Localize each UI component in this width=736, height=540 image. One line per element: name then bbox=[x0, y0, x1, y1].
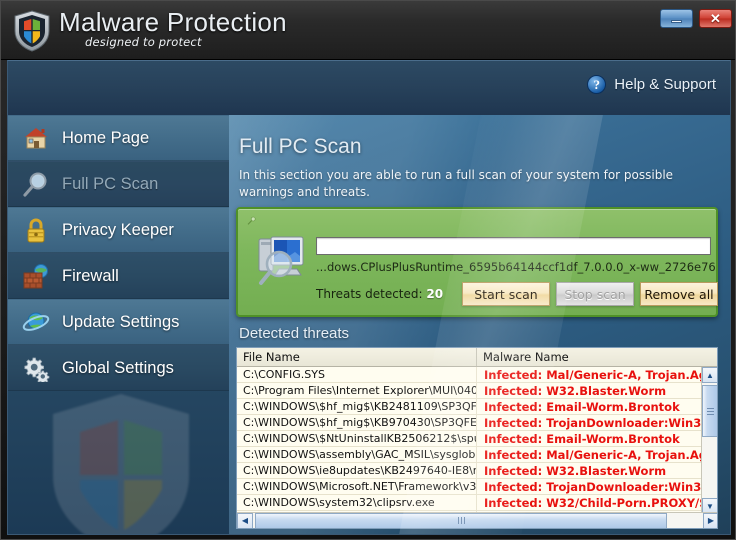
shield-icon bbox=[14, 10, 50, 52]
sidebar-item-label: Global Settings bbox=[62, 358, 174, 377]
scan-panel: ...dows.CPlusPlusRuntime_6595b64144ccf1d… bbox=[236, 207, 718, 317]
table-row[interactable]: C:\WINDOWS\Microsoft.NET\Framework\v3...… bbox=[237, 479, 717, 495]
cell-file-name: C:\WINDOWS\$hf_mig$\KB2481109\SP3QFE\... bbox=[237, 399, 477, 414]
cell-malware-name: Infected: W32.Blaster.Worm bbox=[484, 463, 667, 478]
table-row[interactable]: C:\Program Files\Internet Explorer\MUI\0… bbox=[237, 383, 717, 399]
sidebar-navigation: Home Page Full PC Scan Privacy Keeper Fi… bbox=[7, 115, 229, 535]
help-bar: ? Help & Support bbox=[7, 60, 731, 115]
minimize-button[interactable] bbox=[660, 9, 693, 28]
cell-malware-name: Infected: TrojanDownloader:Win32/Br. bbox=[484, 479, 717, 494]
scan-current-path: ...dows.CPlusPlusRuntime_6595b64144ccf1d… bbox=[316, 260, 716, 274]
sidebar-item-firewall[interactable]: Firewall bbox=[8, 253, 229, 299]
house-icon bbox=[22, 124, 50, 152]
cell-file-name: C:\CONFIG.SYS bbox=[237, 367, 477, 382]
sidebar-item-label: Update Settings bbox=[62, 312, 180, 331]
brand-tagline: designed to protect bbox=[85, 35, 202, 49]
stop-scan-button: Stop scan bbox=[556, 282, 634, 306]
cell-malware-name: Infected: TrojanDownloader:Win32/Br. bbox=[484, 415, 717, 430]
detected-threats-heading: Detected threats bbox=[239, 325, 350, 342]
start-scan-button[interactable]: Start scan bbox=[462, 282, 550, 306]
brick-wall-globe-icon bbox=[22, 262, 50, 290]
help-and-support-button[interactable]: ? Help & Support bbox=[587, 75, 716, 94]
vertical-scrollbar[interactable]: ▲ ▼ bbox=[701, 367, 717, 514]
shield-watermark-icon bbox=[53, 394, 189, 534]
cell-malware-name: Infected: Email-Worm.Brontok bbox=[484, 399, 680, 414]
remove-all-button[interactable]: Remove all bbox=[640, 282, 718, 306]
cell-malware-name: Infected: Mal/Generic-A, Trojan.Agent bbox=[484, 447, 717, 462]
sidebar-item-label: Firewall bbox=[62, 266, 119, 285]
threats-detected-count: 20 bbox=[426, 287, 444, 301]
minimize-icon bbox=[671, 20, 682, 23]
table-row[interactable]: C:\WINDOWS\ie8updates\KB2497640-IE8\ms..… bbox=[237, 463, 717, 479]
sidebar-item-label: Privacy Keeper bbox=[62, 220, 174, 239]
table-body: C:\CONFIG.SYS Infected: Mal/Generic-A, Tr… bbox=[237, 367, 717, 515]
cell-malware-name: Infected: Mal/Generic-A, Trojan.Agent bbox=[484, 367, 717, 382]
threats-detected-label: Threats detected: bbox=[316, 287, 423, 301]
cell-file-name: C:\WINDOWS\ie8updates\KB2497640-IE8\ms..… bbox=[237, 463, 477, 478]
sidebar-item-label: Home Page bbox=[62, 128, 150, 147]
table-row[interactable]: C:\WINDOWS\$hf_mig$\KB970430\SP3QFE\s...… bbox=[237, 415, 717, 431]
title-bar: Malware Protection designed to protect ✕ bbox=[1, 1, 735, 60]
table-row[interactable]: C:\CONFIG.SYS Infected: Mal/Generic-A, Tr… bbox=[237, 367, 717, 383]
application-window: Malware Protection designed to protect ✕… bbox=[0, 0, 736, 540]
table-row[interactable]: C:\WINDOWS\$NtUninstallKB2506212$\spuni.… bbox=[237, 431, 717, 447]
threats-detected-line: Threats detected: 20 bbox=[316, 287, 443, 301]
globe-orbit-icon bbox=[22, 308, 50, 336]
scan-progress-bar bbox=[316, 237, 711, 255]
sidebar-item-privacy-keeper[interactable]: Privacy Keeper bbox=[8, 207, 229, 253]
sidebar-item-global-settings[interactable]: Global Settings bbox=[8, 345, 229, 391]
gears-icon bbox=[22, 354, 50, 382]
horizontal-scrollbar-thumb[interactable] bbox=[255, 512, 667, 528]
scroll-up-arrow-icon[interactable]: ▲ bbox=[702, 367, 717, 383]
horizontal-scrollbar[interactable]: ◀ ▶ bbox=[237, 512, 717, 528]
cell-file-name: C:\WINDOWS\Microsoft.NET\Framework\v3...… bbox=[237, 479, 477, 494]
magnifier-icon bbox=[22, 170, 50, 198]
cell-file-name: C:\WINDOWS\system32\clipsrv.exe bbox=[237, 495, 477, 510]
table-row[interactable]: C:\WINDOWS\system32\clipsrv.exe Infected:… bbox=[237, 495, 717, 511]
close-icon: ✕ bbox=[710, 11, 721, 26]
horizontal-scrollbar-track[interactable] bbox=[253, 512, 703, 528]
cell-file-name: C:\Program Files\Internet Explorer\MUI\0… bbox=[237, 383, 477, 398]
scan-indicator-icon bbox=[247, 216, 256, 225]
cell-file-name: C:\WINDOWS\assembly\GAC_MSIL\sysglobl\..… bbox=[237, 447, 477, 462]
vertical-scrollbar-thumb[interactable] bbox=[702, 385, 717, 437]
page-title: Full PC Scan bbox=[239, 135, 362, 158]
column-header-file-name[interactable]: File Name bbox=[237, 348, 477, 366]
cell-malware-name: Infected: Email-Worm.Brontok bbox=[484, 431, 680, 446]
sidebar-item-full-pc-scan[interactable]: Full PC Scan bbox=[8, 161, 229, 207]
page-description: In this section you are able to run a fu… bbox=[239, 168, 674, 199]
scroll-left-arrow-icon[interactable]: ◀ bbox=[237, 512, 253, 528]
close-button[interactable]: ✕ bbox=[699, 9, 732, 28]
scrollbar-grip-icon bbox=[706, 407, 714, 415]
table-header-row: File Name Malware Name bbox=[237, 348, 717, 367]
computer-magnifier-icon bbox=[258, 236, 304, 285]
padlock-icon bbox=[22, 216, 50, 244]
main-content: Full PC Scan In this section you are abl… bbox=[229, 115, 731, 535]
scrollbar-grip-icon bbox=[457, 517, 465, 524]
cell-file-name: C:\WINDOWS\$hf_mig$\KB970430\SP3QFE\s... bbox=[237, 415, 477, 430]
table-row[interactable]: C:\WINDOWS\$hf_mig$\KB2481109\SP3QFE\...… bbox=[237, 399, 717, 415]
table-row[interactable]: C:\WINDOWS\assembly\GAC_MSIL\sysglobl\..… bbox=[237, 447, 717, 463]
brand-title: Malware Protection bbox=[59, 7, 287, 37]
detected-threats-table: File Name Malware Name C:\CONFIG.SYS Infe… bbox=[236, 347, 718, 529]
cell-malware-name: Infected: W32/Child-Porn.PROXY/Serv bbox=[484, 495, 717, 510]
cell-file-name: C:\WINDOWS\$NtUninstallKB2506212$\spuni.… bbox=[237, 431, 477, 446]
cell-malware-name: Infected: W32.Blaster.Worm bbox=[484, 383, 667, 398]
help-and-support-label: Help & Support bbox=[614, 76, 716, 93]
sidebar-item-home-page[interactable]: Home Page bbox=[8, 115, 229, 161]
sidebar-item-update-settings[interactable]: Update Settings bbox=[8, 299, 229, 345]
scroll-right-arrow-icon[interactable]: ▶ bbox=[703, 512, 717, 528]
column-header-malware-name[interactable]: Malware Name bbox=[477, 348, 717, 366]
sidebar-item-label: Full PC Scan bbox=[62, 174, 159, 193]
question-mark-icon: ? bbox=[587, 75, 607, 94]
